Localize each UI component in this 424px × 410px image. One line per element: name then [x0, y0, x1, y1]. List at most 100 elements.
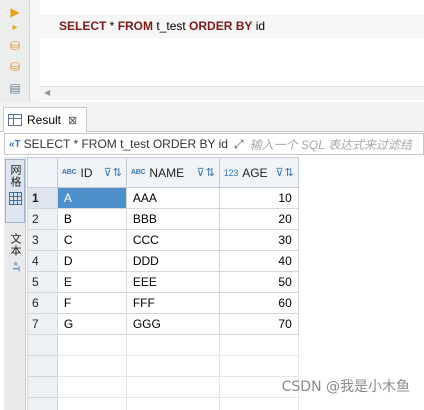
- side-tab-text[interactable]: 文本 «T: [5, 229, 25, 299]
- row-number[interactable]: 6: [27, 292, 58, 314]
- table-cell[interactable]: EEE: [125, 271, 220, 293]
- grid-corner[interactable]: [27, 157, 58, 188]
- execute-icon[interactable]: ▶: [7, 4, 23, 20]
- table-cell[interactable]: 40: [218, 250, 299, 272]
- table-cell[interactable]: G: [56, 313, 127, 335]
- tab-result[interactable]: Result ⊠: [3, 107, 87, 132]
- table-cell[interactable]: 50: [218, 271, 299, 293]
- row-filler: [298, 251, 423, 272]
- table-cell[interactable]: GGG: [125, 313, 220, 335]
- table-cell[interactable]: A: [56, 187, 127, 209]
- explain-plan-icon[interactable]: ⛁: [7, 38, 23, 54]
- export-icon[interactable]: ▤: [7, 80, 23, 96]
- row-filler: [298, 272, 423, 293]
- column-header-age[interactable]: 123 AGE ⊽ ⇅: [218, 157, 299, 188]
- grid-view-icon: [8, 192, 22, 205]
- empty-row: [27, 355, 424, 377]
- side-tab-grid[interactable]: 网格: [5, 159, 25, 223]
- empty-row: [27, 334, 424, 356]
- close-tab-icon[interactable]: ⊠: [68, 114, 77, 127]
- empty-cell: [125, 355, 220, 377]
- row-number: [27, 355, 58, 377]
- results-table: ABC ID ⊽ ⇅ ABC NAME ⊽ ⇅ 123 AGE ⊽ ⇅ 1 A AAA 10 2 B BBB 20 3…: [27, 157, 424, 410]
- column-filter-icon[interactable]: ⊽: [275, 166, 283, 179]
- results-tab-strip: Result ⊠: [0, 102, 424, 132]
- row-filler: [298, 188, 423, 209]
- empty-cell: [218, 334, 299, 356]
- load-plan-icon[interactable]: ⛁: [7, 59, 23, 75]
- empty-cell: [125, 397, 220, 410]
- table-row[interactable]: 5 E EEE 50: [27, 271, 424, 293]
- row-number: [27, 397, 58, 410]
- table-cell[interactable]: CCC: [125, 229, 220, 251]
- table-row[interactable]: 4 D DDD 40: [27, 250, 424, 272]
- row-filler: [298, 293, 423, 314]
- table-row[interactable]: 2 B BBB 20: [27, 208, 424, 230]
- sql-filter-icon[interactable]: «T: [9, 139, 21, 150]
- table-row[interactable]: 1 A AAA 10: [27, 187, 424, 209]
- table-row[interactable]: 6 F FFF 60: [27, 292, 424, 314]
- column-type-icon: ABC: [130, 169, 146, 176]
- filter-bar[interactable]: «T SELECT * FROM t_test ORDER BY id ⤢ 输入…: [4, 133, 424, 155]
- table-row[interactable]: 3 C CCC 30: [27, 229, 424, 251]
- row-filler: [298, 209, 423, 230]
- sort-icon[interactable]: ⇅: [113, 166, 122, 179]
- empty-cell: [56, 334, 127, 356]
- tab-result-label: Result: [27, 113, 62, 127]
- row-filler: [298, 230, 423, 251]
- empty-cell: [56, 397, 127, 410]
- row-number[interactable]: 4: [27, 250, 58, 272]
- table-cell[interactable]: AAA: [125, 187, 220, 209]
- table-cell[interactable]: 60: [218, 292, 299, 314]
- empty-cell: [125, 376, 220, 398]
- table-cell[interactable]: DDD: [125, 250, 220, 272]
- table-cell[interactable]: 20: [218, 208, 299, 230]
- column-filter-icon[interactable]: ⊽: [197, 166, 205, 179]
- editor-horizontal-scrollbar[interactable]: ◀: [40, 86, 424, 100]
- table-cell[interactable]: E: [56, 271, 127, 293]
- expand-editor-icon[interactable]: ⤢: [234, 137, 244, 152]
- sort-icon[interactable]: ⇅: [285, 166, 294, 179]
- sort-icon[interactable]: ⇅: [206, 166, 215, 179]
- table-cell[interactable]: D: [56, 250, 127, 272]
- column-header-name[interactable]: ABC NAME ⊽ ⇅: [125, 157, 220, 188]
- row-filler: [298, 314, 423, 335]
- table-cell[interactable]: 10: [218, 187, 299, 209]
- table-cell[interactable]: 30: [218, 229, 299, 251]
- table-cell[interactable]: FFF: [125, 292, 220, 314]
- row-number[interactable]: 3: [27, 229, 58, 251]
- row-number[interactable]: 5: [27, 271, 58, 293]
- table-cell[interactable]: 70: [218, 313, 299, 335]
- filter-input[interactable]: 输入一个 SQL 表达式来过滤结: [250, 136, 412, 153]
- scroll-left-icon[interactable]: ◀: [44, 88, 50, 97]
- empty-cell: [218, 397, 299, 410]
- column-type-icon: 123: [223, 167, 239, 178]
- filter-query-text: SELECT * FROM t_test ORDER BY id: [23, 137, 228, 151]
- column-filter-icon[interactable]: ⊽: [104, 166, 112, 179]
- execute-script-icon[interactable]: ▸: [7, 19, 23, 35]
- table-cell[interactable]: B: [56, 208, 127, 230]
- row-number: [27, 376, 58, 398]
- row-number[interactable]: 1: [27, 187, 58, 209]
- table-cell[interactable]: C: [56, 229, 127, 251]
- sql-keyword: ORDER BY: [189, 19, 253, 33]
- header-filler: [298, 157, 424, 188]
- view-mode-side-tabs: 网格 文本 «T: [4, 157, 26, 410]
- table-cell[interactable]: BBB: [125, 208, 220, 230]
- column-type-icon: ABC: [61, 169, 77, 176]
- side-tab-text-label: 文本: [9, 233, 22, 257]
- row-number[interactable]: 7: [27, 313, 58, 335]
- column-header-id[interactable]: ABC ID ⊽ ⇅: [56, 157, 127, 188]
- side-tab-grid-label: 网格: [9, 164, 22, 188]
- table-cell[interactable]: F: [56, 292, 127, 314]
- column-name: AGE: [242, 165, 268, 180]
- text-view-icon: «T: [10, 261, 20, 272]
- editor-side-toolbar: ▶ ▸ ⛁ ⛁ ▤: [0, 0, 30, 102]
- results-grid[interactable]: ABC ID ⊽ ⇅ ABC NAME ⊽ ⇅ 123 AGE ⊽ ⇅ 1 A AAA 10 2 B BBB 20 3…: [27, 157, 424, 410]
- row-number[interactable]: 2: [27, 208, 58, 230]
- table-row[interactable]: 7 G GGG 70: [27, 313, 424, 335]
- column-name: NAME: [149, 165, 185, 180]
- sql-text: *: [106, 19, 118, 33]
- watermark: CSDN @我是小木鱼: [281, 379, 410, 395]
- sql-statement[interactable]: SELECT * FROM t_test ORDER BY id: [59, 19, 265, 33]
